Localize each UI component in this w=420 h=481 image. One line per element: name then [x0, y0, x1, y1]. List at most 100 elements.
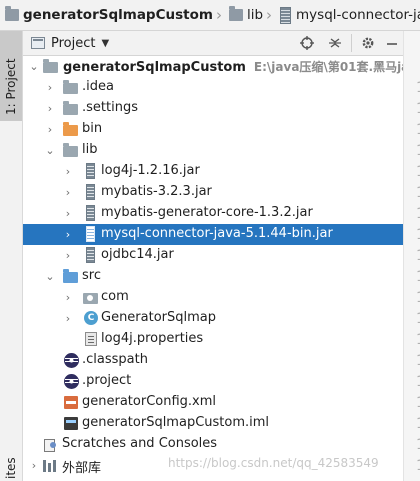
line-number-glyph: 1	[416, 248, 420, 264]
tree-item-jar[interactable]: › mybatis-generator-core-1.3.2.jar	[23, 203, 403, 224]
line-number-glyph: 1	[416, 143, 420, 159]
tree-item-class[interactable]: › C GeneratorSqlmap	[23, 308, 403, 329]
tree-item-package[interactable]: › com	[23, 287, 403, 308]
breadcrumb-separator: ›	[266, 6, 273, 24]
eclipse-file-icon	[64, 374, 79, 389]
module-folder-icon	[43, 59, 58, 73]
breadcrumb-project[interactable]: generatorSqlmapCustom	[0, 0, 213, 30]
line-number-glyph: 1	[416, 416, 420, 432]
tool-window-strip: 1: Project ites	[0, 31, 23, 481]
chevron-down-icon[interactable]: ⌄	[45, 140, 55, 161]
root-name: generatorSqlmapCustom	[63, 60, 246, 75]
line-number-glyph: 1	[416, 164, 420, 180]
eclipse-file-icon	[64, 353, 79, 368]
chevron-right-icon[interactable]: ›	[63, 308, 73, 329]
chevron-down-icon[interactable]: ▼	[101, 38, 109, 49]
package-icon	[83, 293, 98, 304]
project-tool-tab-label: 1: Project	[4, 58, 18, 115]
chevron-right-icon[interactable]: ›	[63, 245, 73, 266]
tree-item-config-xml[interactable]: generatorConfig.xml	[23, 392, 403, 413]
tree-item-classpath[interactable]: .classpath	[23, 350, 403, 371]
line-number-glyph: 1	[416, 290, 420, 306]
breadcrumb-folder[interactable]: lib	[224, 0, 263, 30]
favorites-tool-tab[interactable]: ites	[4, 457, 18, 479]
line-number-glyph: 1	[416, 185, 420, 201]
chevron-right-icon[interactable]: ›	[63, 203, 73, 224]
chevron-right-icon[interactable]: ›	[63, 224, 73, 245]
jar-icon	[280, 6, 292, 24]
tree-item-label: mybatis-generator-core-1.3.2.jar	[101, 205, 313, 220]
breadcrumb-separator: ›	[215, 6, 222, 24]
breadcrumb-folder-label: lib	[246, 7, 264, 23]
chevron-right-icon[interactable]: ›	[63, 161, 73, 182]
folder-icon	[228, 6, 243, 21]
line-number-glyph: 1	[416, 437, 420, 453]
editor-gutter: 1 1 1 1 1 1 1 1 1 1 1 1 1 1 1 1 1 1 1	[403, 31, 420, 481]
collapse-all-icon[interactable]	[327, 35, 343, 51]
hide-icon[interactable]	[384, 35, 400, 51]
tree-item-label: log4j.properties	[101, 331, 204, 346]
project-view-selector[interactable]: Project	[51, 36, 95, 51]
breadcrumb-project-label: generatorSqlmapCustom	[23, 7, 213, 23]
tree-item-bin[interactable]: › bin	[23, 119, 403, 140]
gear-icon[interactable]	[360, 35, 376, 51]
project-view-icon	[31, 37, 45, 49]
properties-file-icon	[85, 332, 97, 346]
tree-item-jar[interactable]: › mybatis-3.2.3.jar	[23, 182, 403, 203]
chevron-right-icon[interactable]: ›	[63, 182, 73, 203]
tree-item-idea[interactable]: › .idea	[23, 77, 403, 98]
line-number-glyph: 1	[416, 458, 420, 474]
chevron-right-icon[interactable]: ›	[45, 98, 55, 119]
line-number-glyph: 1	[416, 227, 420, 243]
tree-item-jar[interactable]: › log4j-1.2.16.jar	[23, 161, 403, 182]
folder-icon	[63, 80, 78, 94]
tree-item-project-file[interactable]: .project	[23, 371, 403, 392]
tree-item-label: ojdbc14.jar	[101, 247, 174, 262]
tree-item-src[interactable]: ⌄ src	[23, 266, 403, 287]
jar-icon	[86, 247, 95, 263]
chevron-right-icon[interactable]: ›	[29, 455, 39, 476]
tree-item-properties[interactable]: log4j.properties	[23, 329, 403, 350]
tree-item-label: src	[82, 268, 101, 283]
line-number-glyph: 1	[416, 353, 420, 369]
chevron-down-icon[interactable]: ⌄	[45, 266, 55, 287]
line-number-glyph: 1	[416, 269, 420, 285]
breadcrumb-file-label: mysql-connector-java-5.1.44-bin.jar	[296, 7, 420, 23]
line-number-glyph: 1	[416, 101, 420, 117]
line-number-glyph: 1	[416, 122, 420, 138]
watermark: https://blog.csdn.net/qq_42583549	[168, 456, 379, 470]
breadcrumb: generatorSqlmapCustom › lib › mysql-conn…	[0, 0, 420, 31]
tree-item-jar-selected[interactable]: › mysql-connector-java-5.1.44-bin.jar	[23, 224, 403, 245]
scratches-icon	[43, 437, 58, 452]
locate-icon[interactable]	[299, 35, 315, 51]
tree-item-label: .idea	[82, 79, 114, 94]
excluded-folder-icon	[63, 122, 78, 136]
tree-item-lib[interactable]: ⌄ lib	[23, 140, 403, 161]
tree-item-root[interactable]: ⌄ generatorSqlmapCustom E:\java压缩\第01套.黑马…	[23, 56, 403, 77]
toolbar-divider	[351, 34, 352, 52]
line-number-glyph: 1	[416, 311, 420, 327]
tree-item-label: mysql-connector-java-5.1.44-bin.jar	[101, 226, 333, 241]
breadcrumb-file[interactable]: mysql-connector-java-5.1.44-bin.jar	[274, 0, 420, 30]
folder-icon	[63, 143, 78, 157]
line-number-glyph: 1	[416, 80, 420, 96]
libraries-icon	[43, 459, 58, 472]
tree-item-label: .classpath	[82, 352, 148, 367]
chevron-down-icon[interactable]: ⌄	[29, 56, 39, 77]
tree-item-scratches[interactable]: Scratches and Consoles	[23, 434, 403, 455]
chevron-right-icon[interactable]: ›	[45, 77, 55, 98]
tree-item-label: generatorConfig.xml	[82, 394, 217, 409]
project-tool-tab[interactable]: 1: Project	[0, 31, 22, 121]
tree-item-iml[interactable]: generatorSqlmapCustom.iml	[23, 413, 403, 434]
folder-icon	[5, 6, 19, 21]
tree-item-jar[interactable]: › ojdbc14.jar	[23, 245, 403, 266]
tree-item-label: 外部库	[62, 461, 102, 476]
jar-icon	[86, 184, 95, 200]
java-class-icon: C	[84, 311, 98, 325]
chevron-right-icon[interactable]: ›	[63, 287, 73, 308]
root-path: E:\java压缩\第01套.黑马java最新4	[253, 60, 403, 74]
tree-item-settings[interactable]: › .settings	[23, 98, 403, 119]
tree-item-label: generatorSqlmapCustom.iml	[82, 415, 270, 430]
chevron-right-icon[interactable]: ›	[45, 119, 55, 140]
tree-item-label: generatorSqlmapCustom E:\java压缩\第01套.黑马ja…	[63, 58, 403, 75]
